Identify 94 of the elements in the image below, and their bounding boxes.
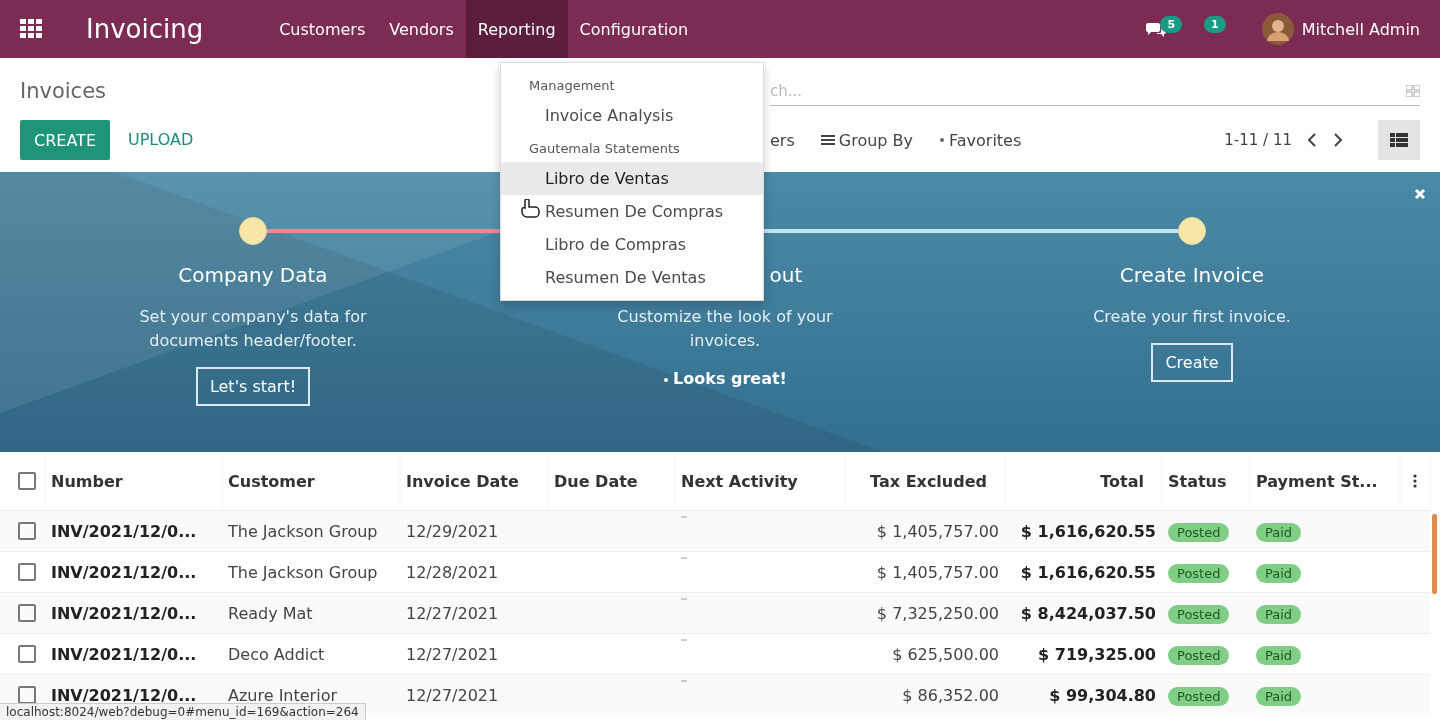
status-badge: Posted [1168, 522, 1230, 542]
table-cell: $ 7,325,250.00 [845, 592, 1005, 634]
payment-status-badge: Paid [1256, 645, 1302, 665]
payment-status-badge: Paid [1256, 563, 1302, 583]
next-page-icon[interactable] [1332, 133, 1344, 147]
filter-toggle-icon[interactable] [1406, 84, 1420, 97]
column-header[interactable]: Number [45, 452, 222, 511]
table-cell: 12/27/2021 [400, 592, 548, 634]
table-cell: $ 719,325.00 [1005, 633, 1162, 675]
table-cell: $ 99,304.80 [1005, 674, 1162, 715]
table-cell: $ 86,352.00 [845, 674, 1005, 715]
menu-item[interactable]: Libro de Compras [501, 228, 763, 261]
table-cell: Ready Mat [222, 592, 400, 634]
column-header[interactable]: Next Activity [675, 452, 845, 511]
list-view-button[interactable] [1378, 120, 1420, 160]
menu-item[interactable]: Libro de Ventas [501, 162, 763, 195]
table-cell: INV/2021/12/0... [45, 633, 222, 675]
list-view-icon [1390, 133, 1408, 147]
column-header[interactable]: Tax Excluded [845, 452, 1005, 511]
checkbox[interactable] [18, 522, 36, 540]
column-header[interactable]: Status [1162, 452, 1250, 511]
step-done-label: Looks great! [673, 369, 787, 388]
column-header[interactable]: Invoice Date [400, 452, 548, 511]
user-avatar[interactable] [1261, 13, 1294, 45]
step-description: Set your company's data for documents header/footer. [138, 306, 368, 352]
group-by-button[interactable]: Group By [820, 130, 913, 150]
step-description: Customize the look of your invoices. [616, 306, 834, 352]
table-cell: The Jackson Group [222, 551, 400, 593]
close-icon[interactable] [1414, 188, 1426, 200]
payment-status-badge: Paid [1256, 522, 1302, 542]
list-icon [820, 134, 835, 146]
menu-item[interactable]: Configuration [567, 0, 701, 58]
step-dot [239, 217, 267, 245]
menu-section-header: Management [528, 77, 616, 95]
table-cell: INV/2021/12/0... [45, 510, 222, 552]
step-title: Create Invoice [1119, 263, 1265, 287]
table-cell: 12/28/2021 [400, 551, 548, 593]
create-button[interactable]: CREATE [20, 120, 110, 160]
checkbox[interactable] [18, 472, 36, 490]
column-options-icon[interactable] [1413, 474, 1417, 488]
step-dot [1178, 217, 1206, 245]
table-cell: $ 1,616,620.55 [1005, 551, 1162, 593]
checkbox[interactable] [18, 563, 36, 581]
table-cell: $ 8,424,037.50 [1005, 592, 1162, 634]
table-cell: 12/27/2021 [400, 674, 548, 715]
menu-item[interactable]: Resumen De Compras [501, 195, 763, 228]
scrollbar-thumb[interactable] [1432, 514, 1437, 594]
user-name[interactable]: Mitchell Admin [1301, 19, 1420, 39]
menu-item[interactable]: Vendors [377, 0, 466, 58]
table-cell: INV/2021/12/0... [45, 551, 222, 593]
payment-status-badge: Paid [1256, 604, 1302, 624]
column-header[interactable]: Due Date [548, 452, 675, 511]
hand-cursor-icon [519, 199, 541, 219]
payment-status-badge: Paid [1256, 686, 1302, 706]
status-badge: Posted [1168, 645, 1230, 665]
message-count-badge: 5 [1160, 15, 1183, 33]
step-title: Company Data [178, 263, 328, 287]
table-cell: 12/27/2021 [400, 633, 548, 675]
menu-item[interactable]: Customers [267, 0, 378, 58]
table-cell: $ 625,500.00 [845, 633, 1005, 675]
menu-item[interactable]: Resumen De Ventas [501, 261, 763, 294]
status-badge: Posted [1168, 686, 1230, 706]
table-cell: INV/2021/12/0... [45, 592, 222, 634]
checkbox[interactable] [18, 604, 36, 622]
column-header[interactable]: Payment St... [1250, 452, 1400, 511]
search-field[interactable]: ch... [770, 76, 1420, 106]
upload-button[interactable]: UPLOAD [128, 120, 194, 160]
app-title: Invoicing [86, 14, 204, 44]
table-cell: $ 1,405,757.00 [845, 510, 1005, 552]
status-url: localhost:8024/web?debug=0#menu_id=169&action=264 [0, 703, 366, 720]
favorites-button[interactable]: Favorites [939, 130, 1022, 150]
status-badge: Posted [1168, 604, 1230, 624]
pager-value: 1-11 / 11 [1224, 131, 1292, 149]
table-cell: 12/29/2021 [400, 510, 548, 552]
menu-item[interactable]: Reporting [465, 0, 568, 58]
table-cell: Deco Addict [222, 633, 400, 675]
page-title: Invoices [20, 79, 107, 103]
step-description: Create your first invoice. [1093, 306, 1291, 328]
column-header[interactable]: Customer [222, 452, 400, 511]
step-button[interactable]: Let's start! [195, 367, 311, 406]
filters-button[interactable]: ers [770, 130, 795, 150]
menu-section-header: Gautemala Statements [528, 140, 681, 158]
step-title: out [769, 263, 803, 287]
table-cell: The Jackson Group [222, 510, 400, 552]
apps-menu-icon[interactable] [20, 19, 43, 39]
table-cell: $ 1,616,620.55 [1005, 510, 1162, 552]
step-button[interactable]: Create [1151, 343, 1233, 382]
checkbox[interactable] [18, 645, 36, 663]
table-cell: $ 1,405,757.00 [845, 551, 1005, 593]
status-badge: Posted [1168, 563, 1230, 583]
menu-item[interactable]: Invoice Analysis [501, 99, 763, 132]
previous-page-icon[interactable] [1306, 133, 1318, 147]
column-header[interactable]: Total [1005, 452, 1162, 511]
search-input[interactable]: ch... [770, 81, 1406, 100]
